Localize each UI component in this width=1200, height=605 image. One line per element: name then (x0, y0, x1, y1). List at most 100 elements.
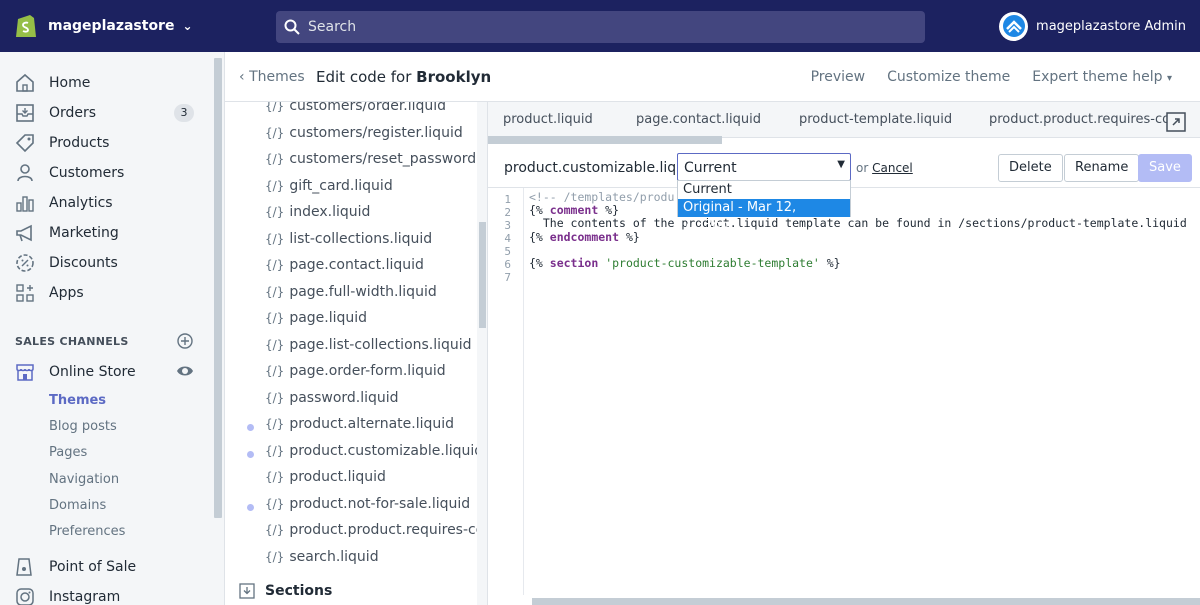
file-item[interactable]: {/} customers/register.liquid (265, 125, 463, 141)
tag-icon (14, 132, 36, 154)
tab-product-requires[interactable]: product.product.requires-co (989, 112, 1170, 127)
code-comment: <!-- /templates/produ (529, 190, 675, 204)
tab-page-contact[interactable]: page.contact.liquid (636, 112, 761, 127)
line-number: 2 (504, 206, 511, 219)
orders-icon (14, 102, 36, 124)
sidebar-subitem-themes[interactable]: Themes (49, 393, 106, 408)
expand-icon[interactable] (1166, 112, 1186, 132)
caret-down-icon: ▼ (837, 159, 845, 170)
store-switcher[interactable]: mageplazastore ⌄ (14, 12, 193, 40)
header-actions: Preview Customize theme Expert theme hel… (811, 69, 1172, 85)
liquid-file-icon: {/} (265, 443, 285, 458)
file-item[interactable]: {/} product.product.requires-conta (265, 522, 488, 538)
file-item[interactable]: {/} list-collections.liquid (265, 231, 432, 247)
file-item[interactable]: {/} customers/reset_password.liqu (265, 151, 487, 167)
sidebar-item-analytics[interactable]: Analytics (0, 188, 212, 218)
file-item[interactable]: {/} index.liquid (265, 204, 370, 220)
code-content[interactable]: <!-- /templates/produ {% comment %} The c… (529, 190, 1187, 271)
version-option-original[interactable]: Original - Mar 12, 7:33pm (678, 199, 850, 233)
sidebar-scrollbar[interactable] (214, 58, 222, 518)
file-item[interactable]: {/} product.alternate.liquid (265, 416, 454, 432)
expert-help-menu[interactable]: Expert theme help ▾ (1032, 69, 1172, 85)
modified-dot-icon (247, 503, 254, 511)
file-item[interactable]: {/} page.full-width.liquid (265, 284, 437, 300)
code-line: <!-- /templates/produ (529, 190, 1187, 204)
sidebar-item-orders[interactable]: Orders 3 (0, 98, 212, 128)
customize-theme-link[interactable]: Customize theme (887, 69, 1010, 85)
tab-product-liquid[interactable]: product.liquid (503, 112, 593, 127)
sidebar-subitem-preferences[interactable]: Preferences (49, 524, 125, 539)
file-item[interactable]: {/} product.customizable.liquid (265, 443, 483, 459)
eye-icon[interactable] (176, 364, 194, 378)
file-item[interactable]: {/} customers/order.liquid (265, 102, 446, 114)
search-placeholder: Search (308, 19, 357, 35)
sidebar-item-label: Apps (49, 285, 84, 301)
file-item[interactable]: {/} product.liquid (265, 469, 386, 485)
sidebar-item-label: Analytics (49, 195, 113, 211)
sidebar-subitem-blog-posts[interactable]: Blog posts (49, 419, 117, 434)
sidebar-item-instagram[interactable]: Instagram (0, 582, 212, 605)
file-name: page.order-form.liquid (289, 363, 446, 379)
tab-product-template[interactable]: product-template.liquid (799, 112, 952, 127)
file-name: product.customizable.liquid (289, 442, 484, 459)
liquid-file-icon: {/} (265, 523, 285, 537)
expert-help-label: Expert theme help (1032, 69, 1163, 85)
account-menu[interactable]: mageplazastore Admin (999, 11, 1186, 41)
sidebar-subitem-domains[interactable]: Domains (49, 498, 106, 513)
liquid-file-icon: {/} (265, 549, 285, 564)
file-item[interactable]: {/} search.liquid (265, 549, 379, 565)
rename-button[interactable]: Rename (1064, 154, 1140, 182)
preview-link[interactable]: Preview (811, 69, 866, 85)
sidebar-item-discounts[interactable]: Discounts (0, 248, 212, 278)
version-select[interactable]: Current ▼ (677, 153, 851, 181)
bar-chart-icon (14, 192, 36, 214)
title-prefix: Edit code for (316, 68, 412, 86)
back-to-themes-link[interactable]: ‹ Themes (239, 69, 305, 85)
file-item[interactable]: {/} page.order-form.liquid (265, 363, 446, 379)
code-text: The contents of the product.liquid templ… (529, 216, 1187, 231)
sidebar-item-home[interactable]: Home (0, 68, 212, 98)
person-icon (14, 162, 36, 184)
cancel-link[interactable]: Cancel (872, 161, 913, 175)
sidebar-item-apps[interactable]: Apps (0, 278, 212, 308)
file-name: product.product.requires-conta (289, 522, 488, 538)
file-item[interactable]: {/} product.not-for-sale.liquid (265, 496, 470, 512)
tabs-scrollbar[interactable] (488, 136, 722, 144)
apps-icon (14, 282, 36, 304)
instagram-icon (14, 586, 36, 605)
file-name: page.contact.liquid (289, 257, 424, 273)
liquid-file-icon: {/} (265, 125, 285, 140)
file-item[interactable]: {/} password.liquid (265, 390, 399, 406)
save-button[interactable]: Save (1138, 154, 1192, 182)
sidebar-item-customers[interactable]: Customers (0, 158, 212, 188)
sidebar-item-online-store[interactable]: Online Store (0, 357, 212, 387)
code-line: {% endcomment %} (529, 230, 1187, 244)
sidebar-item-products[interactable]: Products (0, 128, 212, 158)
file-list-scrollbar[interactable] (477, 102, 487, 605)
file-item[interactable]: {/} page.liquid (265, 310, 367, 326)
file-name: search.liquid (289, 548, 379, 565)
file-name: customers/order.liquid (289, 102, 447, 114)
delete-button[interactable]: Delete (998, 154, 1063, 182)
sidebar-subitem-pages[interactable]: Pages (49, 445, 87, 460)
liquid-file-icon: {/} (265, 284, 285, 299)
liquid-file-icon: {/} (265, 417, 285, 431)
file-name: page.liquid (289, 310, 368, 326)
add-channel-icon[interactable] (177, 333, 193, 349)
sidebar-item-point-of-sale[interactable]: Point of Sale (0, 552, 212, 582)
sidebar-subitem-navigation[interactable]: Navigation (49, 472, 119, 487)
admin-name: mageplazastore Admin (1036, 18, 1186, 34)
code-string: 'product-customizable-template' (605, 256, 820, 271)
sales-channels-heading: SALES CHANNELS (15, 335, 129, 348)
editor-horizontal-scrollbar[interactable] (532, 598, 1200, 605)
sidebar-item-marketing[interactable]: Marketing (0, 218, 212, 248)
search-icon (284, 19, 300, 35)
file-item[interactable]: {/} page.list-collections.liquid (265, 337, 472, 353)
version-option-current[interactable]: Current (678, 181, 850, 199)
file-item[interactable]: {/} gift_card.liquid (265, 178, 393, 194)
sections-folder[interactable]: Sections (239, 583, 332, 599)
file-item[interactable]: {/} page.contact.liquid (265, 257, 424, 273)
search-input[interactable]: Search (276, 11, 925, 43)
scrollbar-thumb[interactable] (479, 222, 486, 328)
back-label: Themes (249, 69, 305, 85)
